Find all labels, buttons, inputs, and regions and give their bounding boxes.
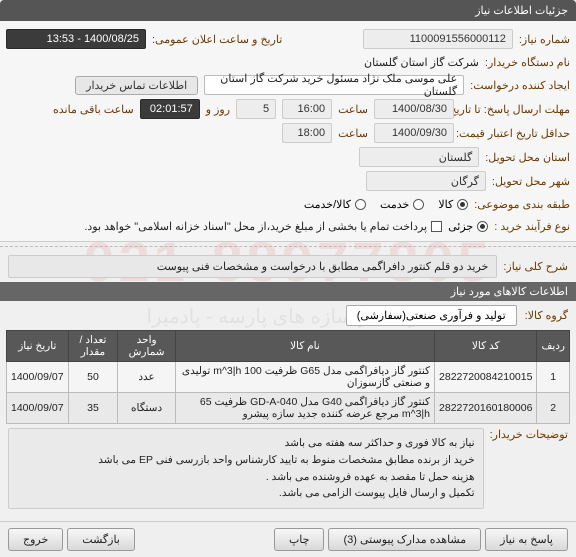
attachments-button[interactable]: مشاهده مدارک پیوستی (3): [328, 528, 481, 551]
summary-text: خرید دو قلم کنتور دافراگمی مطابق با درخو…: [8, 255, 497, 278]
radio-kala[interactable]: کالا: [438, 198, 468, 211]
separator: [0, 246, 576, 247]
table-row[interactable]: 2 2822720160180006 کنتور گاز دیافراگمی G…: [7, 393, 570, 424]
countdown: 02:01:57: [140, 99, 200, 119]
treasury-check[interactable]: پرداخت تمام یا بخشی از مبلغ خرید،از محل …: [84, 220, 442, 233]
buyer-org-label: نام دستگاه خریدار:: [485, 56, 570, 69]
notes-label: توضیحات خریدار:: [490, 428, 568, 441]
announce-value: 1400/08/25 - 13:53: [6, 29, 146, 49]
valid-label: حداقل تاریخ اعتبار قیمت: تا تاریخ:: [460, 127, 570, 140]
table-row[interactable]: 1 2822720084210015 کنتور گاز دیافراگمی م…: [7, 362, 570, 393]
footer-bar: پاسخ به نیاز مشاهده مدارک پیوستی (3) چاپ…: [0, 521, 576, 557]
form-area: شماره نیاز: 1100091556000112 تاریخ و ساع…: [0, 21, 576, 242]
valid-time: 18:00: [282, 123, 332, 143]
time-label-1: ساعت: [338, 103, 368, 116]
need-no-value: 1100091556000112: [363, 29, 513, 49]
announce-label: تاریخ و ساعت اعلان عمومی:: [152, 33, 282, 46]
city-value: گرگان: [366, 171, 486, 191]
province-value: گلستان: [359, 147, 479, 167]
notes-box: نیاز به کالا فوری و حداکثر سه هفته می با…: [8, 428, 484, 509]
days-suffix: روز و: [206, 103, 230, 116]
time-label-2: ساعت: [338, 127, 368, 140]
requester-label: ایجاد کننده درخواست:: [470, 79, 570, 92]
remain-suffix: ساعت باقی مانده: [53, 103, 134, 116]
exit-button[interactable]: خروج: [8, 528, 63, 551]
reply-time: 16:00: [282, 99, 332, 119]
respond-button[interactable]: پاسخ به نیاز: [485, 528, 568, 551]
contact-buyer-button[interactable]: اطلاعات تماس خریدار: [75, 76, 198, 95]
summary-label: شرح کلی نیاز:: [503, 260, 568, 273]
subject-type-label: طبقه بندی موضوعی:: [474, 198, 570, 211]
group-label: گروه کالا:: [525, 309, 568, 322]
goods-table: ردیف کد کالا نام کالا واحد شمارش تعداد /…: [6, 330, 570, 424]
col-qty: تعداد / مقدار: [68, 331, 118, 362]
panel-title: جزئیات اطلاعات نیاز: [475, 5, 568, 17]
radio-partial[interactable]: جزئی: [448, 220, 488, 233]
province-label: استان محل تحویل:: [485, 151, 570, 164]
col-code: کد کالا: [435, 331, 537, 362]
requester-value: علی موسی ملک نژاد مسئول خرید شرکت گاز اس…: [204, 75, 464, 95]
col-name: نام کالا: [175, 331, 434, 362]
radio-khadmat[interactable]: خدمت: [380, 198, 424, 211]
process-label: نوع فرآیند خرید :: [494, 220, 570, 233]
col-n: ردیف: [537, 331, 570, 362]
col-date: تاریخ نیاز: [7, 331, 69, 362]
subject-type-radios: کالا خدمت کالا/خدمت: [304, 198, 468, 211]
reply-deadline-label: مهلت ارسال پاسخ: تا تاریخ:: [460, 103, 570, 116]
goods-header: اطلاعات کالاهای مورد نیاز: [0, 282, 576, 301]
group-value: تولید و فرآوری صنعتی(سفارشی): [346, 305, 517, 326]
panel-header: جزئیات اطلاعات نیاز: [0, 0, 576, 21]
print-button[interactable]: چاپ: [274, 528, 325, 551]
days-value: 5: [236, 99, 276, 119]
need-no-label: شماره نیاز:: [519, 33, 570, 46]
valid-date: 1400/09/30: [374, 123, 454, 143]
col-unit: واحد شمارش: [118, 331, 176, 362]
city-label: شهر محل تحویل:: [492, 175, 570, 188]
reply-date: 1400/08/30: [374, 99, 454, 119]
buyer-org-value: شرکت گاز استان گلستان: [364, 56, 479, 69]
back-button[interactable]: بازگشت: [67, 528, 135, 551]
radio-kalakhadmat[interactable]: کالا/خدمت: [304, 198, 366, 211]
